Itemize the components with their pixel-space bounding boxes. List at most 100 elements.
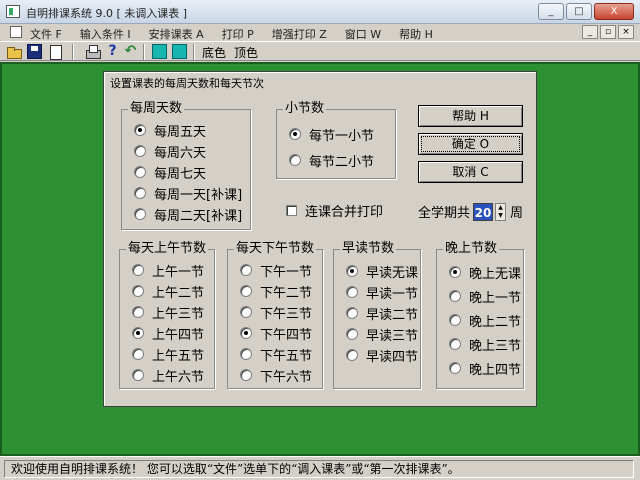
status-bar: 欢迎使用自明排课系统！ 您可以选取“文件”选单下的“调入课表”或“第一次排课表”… — [0, 456, 640, 480]
lesson-unit-label: 小节数 — [283, 101, 327, 117]
mdi-minimize-button[interactable]: _ — [582, 25, 598, 39]
menu-file[interactable]: 文件 F — [30, 26, 70, 42]
weeks-suffix: 周 — [510, 206, 524, 221]
radio-icon — [240, 264, 252, 276]
radio-icon — [240, 327, 252, 339]
morning-option-6[interactable]: 上午六节 — [132, 365, 204, 385]
morning-option-3[interactable]: 上午三节 — [132, 302, 204, 322]
early-option-2[interactable]: 早读二节 — [346, 303, 418, 323]
cancel-button[interactable]: 取消 C — [418, 161, 523, 183]
toolbar-separator — [193, 44, 195, 60]
printer-icon[interactable] — [85, 44, 101, 59]
bottom-color-button[interactable]: 底色 — [202, 44, 226, 61]
menu-input[interactable]: 输入条件 I — [80, 26, 139, 42]
early-reading-group: 早读节数 早读无课 早读一节 早读二节 早读三节 早读四节 — [333, 241, 421, 389]
menu-print[interactable]: 打印 P — [222, 26, 262, 42]
unit-option-one[interactable]: 每节一小节 — [289, 124, 374, 144]
early-option-none[interactable]: 早读无课 — [346, 261, 418, 281]
ok-button[interactable]: 确定 O — [418, 133, 523, 155]
evening-option-2[interactable]: 晚上二节 — [449, 310, 521, 330]
evening-label: 晚上节数 — [443, 241, 500, 257]
weeks-input[interactable]: 20 — [473, 202, 494, 221]
afternoon-option-3[interactable]: 下午三节 — [240, 302, 312, 322]
afternoon-label: 每天下午节数 — [234, 241, 317, 257]
radio-icon — [449, 338, 461, 350]
help-button[interactable]: 帮助 H — [418, 105, 523, 127]
morning-option-2[interactable]: 上午二节 — [132, 281, 204, 301]
afternoon-option-1[interactable]: 下午一节 — [240, 260, 312, 280]
cyan-square-icon[interactable] — [172, 44, 187, 59]
days-option-six[interactable]: 每周六天 — [134, 141, 206, 161]
menu-schedule[interactable]: 安排课表 A — [149, 26, 212, 42]
radio-icon — [449, 290, 461, 302]
radio-icon — [449, 362, 461, 374]
radio-icon — [289, 128, 301, 140]
radio-icon — [346, 349, 358, 361]
mdi-restore-button[interactable]: ▫ — [600, 25, 616, 39]
mdi-controls: _ ▫ × — [582, 25, 634, 39]
top-color-button[interactable]: 顶色 — [234, 44, 258, 61]
morning-option-4[interactable]: 上午四节 — [132, 323, 204, 343]
close-button[interactable]: X — [594, 3, 634, 20]
afternoon-option-2[interactable]: 下午二节 — [240, 281, 312, 301]
weeks-row: 全学期共 20 ▲ ▼ 周 — [418, 202, 523, 221]
radio-icon — [346, 265, 358, 277]
menu-bar: 文件 F 输入条件 I 安排课表 A 打印 P 增强打印 Z 窗口 W 帮助 H… — [0, 24, 640, 41]
radio-icon — [132, 306, 144, 318]
days-per-week-label: 每周天数 — [128, 101, 185, 117]
early-option-1[interactable]: 早读一节 — [346, 282, 418, 302]
afternoon-option-6[interactable]: 下午六节 — [240, 365, 312, 385]
radio-icon — [134, 124, 146, 136]
evening-option-4[interactable]: 晚上四节 — [449, 358, 521, 378]
document-icon[interactable] — [10, 26, 22, 38]
lesson-unit-group: 小节数 每节一小节 每节二小节 — [276, 101, 396, 179]
checkbox-icon — [286, 204, 297, 216]
app-icon — [6, 5, 20, 18]
folder-open-icon[interactable] — [6, 44, 22, 59]
early-option-3[interactable]: 早读三节 — [346, 324, 418, 344]
early-reading-label: 早读节数 — [340, 241, 397, 257]
radio-icon — [346, 328, 358, 340]
minimize-button[interactable]: _ — [538, 3, 564, 20]
days-option-two-makeup[interactable]: 每周二天[补课] — [134, 204, 242, 224]
radio-icon — [134, 145, 146, 157]
spin-up-icon[interactable]: ▲ — [496, 204, 505, 212]
evening-option-1[interactable]: 晚上一节 — [449, 286, 521, 306]
save-disk-icon[interactable] — [27, 44, 42, 59]
radio-icon — [346, 286, 358, 298]
window-title: 自明排课系统 9.0 [ 未调入课表 ] — [26, 7, 188, 20]
window-controls: _ □ X — [538, 3, 634, 20]
menu-enhanced-print[interactable]: 增强打印 Z — [272, 26, 335, 42]
merge-print-checkbox[interactable]: 连课合并打印 — [286, 200, 383, 220]
title-bar: 自明排课系统 9.0 [ 未调入课表 ] _ □ X — [0, 0, 640, 24]
days-option-five[interactable]: 每周五天 — [134, 120, 206, 140]
new-page-icon[interactable] — [47, 44, 62, 60]
days-option-seven[interactable]: 每周七天 — [134, 162, 206, 182]
evening-group: 晚上节数 晚上无课 晚上一节 晚上二节 晚上三节 晚上四节 — [436, 241, 524, 389]
evening-option-3[interactable]: 晚上三节 — [449, 334, 521, 354]
schedule-settings-dialog: 设置课表的每周天数和每天节次 每周天数 每周五天 每周六天 每周七天 每周一天[… — [103, 71, 537, 407]
toolbar-separator — [72, 44, 74, 60]
menu-window[interactable]: 窗口 W — [345, 26, 389, 42]
evening-option-none[interactable]: 晚上无课 — [449, 262, 521, 282]
menu-help[interactable]: 帮助 H — [399, 26, 441, 42]
undo-arrow-icon[interactable]: ↶ — [123, 44, 138, 59]
status-message: 欢迎使用自明排课系统！ 您可以选取“文件”选单下的“调入课表”或“第一次排课表”… — [4, 460, 634, 478]
afternoon-option-5[interactable]: 下午五节 — [240, 344, 312, 364]
unit-option-two[interactable]: 每节二小节 — [289, 150, 374, 170]
weeks-stepper[interactable]: ▲ ▼ — [495, 202, 507, 221]
menu-items: 文件 F 输入条件 I 安排课表 A 打印 P 增强打印 Z 窗口 W 帮助 H — [30, 26, 451, 42]
dialog-title: 设置课表的每周天数和每天节次 — [110, 77, 264, 90]
help-question-icon[interactable]: ? — [105, 44, 120, 59]
spin-down-icon[interactable]: ▼ — [496, 212, 505, 220]
morning-option-1[interactable]: 上午一节 — [132, 260, 204, 280]
radio-icon — [289, 154, 301, 166]
maximize-button[interactable]: □ — [566, 3, 592, 20]
days-option-one-makeup[interactable]: 每周一天[补课] — [134, 183, 242, 203]
mdi-close-button[interactable]: × — [618, 25, 634, 39]
morning-option-5[interactable]: 上午五节 — [132, 344, 204, 364]
early-option-4[interactable]: 早读四节 — [346, 345, 418, 365]
cyan-square-icon[interactable] — [152, 44, 167, 59]
radio-icon — [132, 264, 144, 276]
afternoon-option-4[interactable]: 下午四节 — [240, 323, 312, 343]
